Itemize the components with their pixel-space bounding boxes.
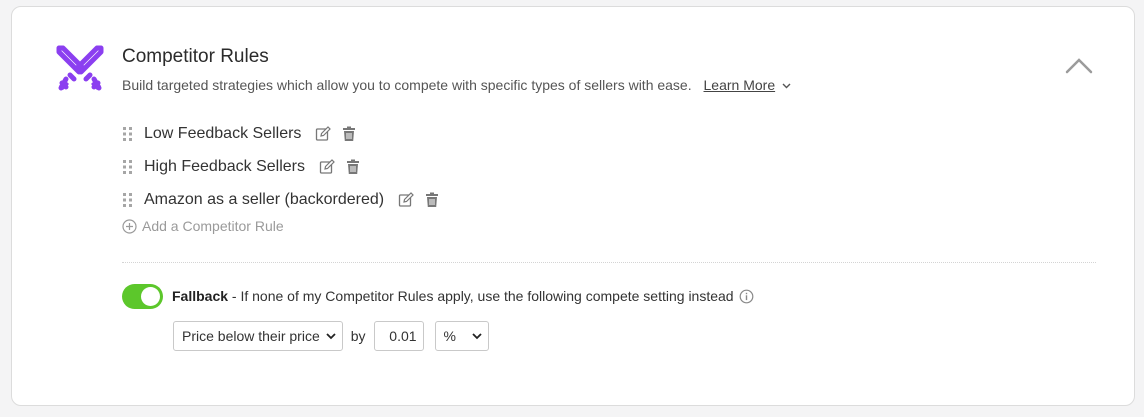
rule-label: Amazon as a seller (backordered)	[144, 190, 385, 208]
chevron-up-icon[interactable]	[1064, 55, 1094, 77]
fallback-controls: Price below their price by %	[173, 321, 489, 351]
section-title: Competitor Rules	[122, 46, 269, 67]
fallback-text: - If none of my Competitor Rules apply, …	[228, 288, 734, 304]
rule-item: Amazon as a seller (backordered)	[122, 183, 450, 216]
competitor-rules-card: Competitor Rules Build targeted strategi…	[11, 6, 1135, 406]
learn-more-link[interactable]: Learn More	[704, 77, 776, 93]
crossed-swords-icon	[56, 45, 104, 91]
toggle-knob	[141, 287, 160, 306]
chevron-down-icon[interactable]	[782, 83, 791, 89]
drag-handle-icon[interactable]	[122, 159, 134, 174]
by-label: by	[350, 328, 366, 344]
amount-input[interactable]	[373, 321, 424, 351]
subtitle-text: Build targeted strategies which allow yo…	[122, 77, 692, 93]
edit-icon[interactable]	[398, 191, 414, 208]
add-rule-label: Add a Competitor Rule	[142, 218, 284, 234]
chevron-down-icon	[326, 332, 336, 339]
unit-select[interactable]: %	[434, 321, 489, 351]
fallback-title: Fallback	[172, 288, 229, 304]
drag-handle-icon[interactable]	[122, 126, 134, 141]
add-competitor-rule-button[interactable]: Add a Competitor Rule	[122, 218, 284, 234]
unit-selected-value: %	[443, 328, 456, 344]
section-subtitle: Build targeted strategies which allow yo…	[122, 77, 791, 93]
rule-label: Low Feedback Sellers	[144, 124, 302, 142]
section-divider	[122, 262, 1096, 263]
trash-icon[interactable]	[345, 159, 361, 175]
plus-circle-icon	[122, 218, 137, 234]
chevron-down-icon	[471, 332, 482, 339]
rule-item: Low Feedback Sellers	[122, 117, 450, 150]
fallback-description: Fallback - If none of my Competitor Rule…	[172, 288, 754, 304]
edit-icon[interactable]	[319, 158, 335, 175]
rule-item: High Feedback Sellers	[122, 150, 450, 183]
trash-icon[interactable]	[341, 126, 357, 142]
edit-icon[interactable]	[315, 125, 332, 142]
drag-handle-icon[interactable]	[122, 192, 134, 207]
strategy-select[interactable]: Price below their price	[173, 321, 343, 351]
fallback-toggle[interactable]	[122, 284, 163, 309]
trash-icon[interactable]	[424, 192, 440, 208]
strategy-selected-value: Price below their price	[182, 328, 320, 344]
rules-list: Low Feedback Sellers High Feedback Selle…	[122, 117, 450, 216]
learn-more-label: Learn More	[703, 77, 776, 93]
info-icon[interactable]	[739, 289, 754, 304]
rule-label: High Feedback Sellers	[144, 157, 305, 175]
